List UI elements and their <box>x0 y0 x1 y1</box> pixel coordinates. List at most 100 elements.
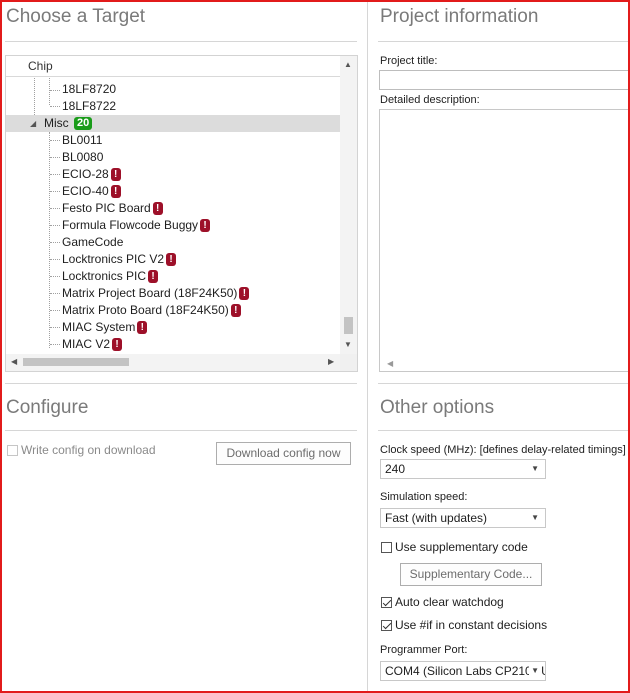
tree-item[interactable]: Locktronics PIC! <box>6 268 341 285</box>
scroll-down-icon[interactable]: ▼ <box>344 340 352 349</box>
configure-title: Configure <box>6 397 89 418</box>
scroll-thumb[interactable] <box>23 358 129 366</box>
tree-item-label: 18LF8720 <box>62 82 117 96</box>
warning-icon: ! <box>110 168 121 182</box>
tree-item[interactable]: Locktronics PIC V2! <box>6 251 341 268</box>
tree-item-label: GameCode <box>62 235 124 249</box>
tree-guide <box>50 327 60 328</box>
chevron-down-icon: ▼ <box>531 464 539 473</box>
tree-item[interactable]: 18LF8720 <box>6 81 341 98</box>
divider <box>5 41 357 42</box>
warning-icon: ! <box>148 270 159 284</box>
tree-header[interactable]: Chip <box>6 56 341 77</box>
tree-item-label: MIAC V2 <box>62 337 111 351</box>
tree-item[interactable]: 18LF8722 <box>6 98 341 115</box>
tree-item[interactable]: MIAC V2! <box>6 336 341 353</box>
write-config-checkbox[interactable] <box>7 445 18 456</box>
warning-icon: ! <box>230 304 241 318</box>
programmer-port-label: Programmer Port: <box>380 644 468 656</box>
simulation-speed-label: Simulation speed: <box>380 491 468 503</box>
tree-item-label: Formula Flowcode Buggy <box>62 218 199 232</box>
warning-icon: ! <box>200 219 211 233</box>
project-title-label: Project title: <box>380 55 438 67</box>
supplementary-checkbox[interactable] <box>381 542 392 553</box>
tree-item[interactable]: BL0080 <box>6 149 341 166</box>
warning-icon: ! <box>112 338 123 352</box>
tree-item-label: Locktronics PIC V2 <box>62 252 165 266</box>
vertical-scrollbar[interactable]: ▲ ▼ <box>340 56 357 354</box>
tree-item-label: ECIO-28 <box>62 167 109 181</box>
clock-speed-label: Clock speed (MHz): [defines delay-relate… <box>380 444 626 456</box>
tree-item-label: ECIO-40 <box>62 184 109 198</box>
choose-target-title: Choose a Target <box>6 6 146 27</box>
target-tree[interactable]: Chip 18LF8720 18LF8722 ◢ Misc 20 BL0011 B… <box>5 55 358 372</box>
clock-speed-select[interactable]: 240 ▼ <box>380 459 546 479</box>
tree-guide <box>50 293 60 294</box>
tree-item-label: MIAC System <box>62 320 136 334</box>
description-textarea[interactable]: ◀ <box>379 109 630 372</box>
use-if-checkbox[interactable] <box>381 620 392 631</box>
tree-group-misc[interactable]: ◢ Misc 20 <box>6 115 341 132</box>
tree-item-label: Matrix Project Board (18F24K50) <box>62 286 238 300</box>
tree-item-label: 18LF8722 <box>62 99 117 113</box>
tree-item[interactable]: ECIO-28! <box>6 166 341 183</box>
count-badge: 20 <box>74 117 93 131</box>
tree-item[interactable]: Festo PIC Board! <box>6 200 341 217</box>
other-options-title: Other options <box>380 397 495 418</box>
chevron-down-icon: ▼ <box>529 662 539 680</box>
tree-guide <box>50 225 60 226</box>
scroll-left-icon[interactable]: ◀ <box>11 357 17 366</box>
warning-icon: ! <box>137 321 148 335</box>
project-title-input[interactable] <box>379 70 630 90</box>
tree-guide <box>50 310 60 311</box>
tree-item[interactable]: GameCode <box>6 234 341 251</box>
tree-item[interactable]: Matrix Project Board (18F24K50)! <box>6 285 341 302</box>
warning-icon: ! <box>110 185 121 199</box>
simulation-speed-value: Fast (with updates) <box>385 511 488 525</box>
scroll-thumb[interactable] <box>344 317 353 334</box>
supplementary-label: Use supplementary code <box>395 540 528 554</box>
tree-guide <box>50 276 60 277</box>
tree-guide <box>50 242 60 243</box>
tree-guide <box>50 174 60 175</box>
divider <box>378 41 630 42</box>
description-label: Detailed description: <box>380 94 480 106</box>
horizontal-scrollbar[interactable]: ◀ ▶ <box>6 354 341 371</box>
tree-item-label: BL0080 <box>62 150 104 164</box>
auto-clear-watchdog-label: Auto clear watchdog <box>395 595 504 609</box>
scroll-left-icon[interactable]: ◀ <box>387 359 393 368</box>
tree-item-label: Matrix Proto Board (18F24K50) <box>62 303 229 317</box>
project-info-title: Project information <box>380 6 539 27</box>
scroll-up-icon[interactable]: ▲ <box>344 60 352 69</box>
tree-item-label: BL0011 <box>62 133 103 147</box>
chevron-down-icon: ▼ <box>531 513 539 522</box>
tree-item[interactable]: MIAC System! <box>6 319 341 336</box>
warning-icon: ! <box>239 287 250 301</box>
group-label: Misc <box>44 116 69 130</box>
tree-guide <box>50 157 60 158</box>
tree-item[interactable]: ECIO-40! <box>6 183 341 200</box>
scroll-right-icon[interactable]: ▶ <box>328 357 334 366</box>
auto-clear-watchdog-checkbox[interactable] <box>381 597 392 608</box>
warning-icon: ! <box>166 253 177 267</box>
tree-guide <box>50 191 60 192</box>
supplementary-code-button[interactable]: Supplementary Code... <box>400 563 542 586</box>
panel-separator <box>367 0 368 693</box>
divider <box>378 430 630 431</box>
tree-guide <box>50 259 60 260</box>
download-config-button[interactable]: Download config now <box>216 442 351 465</box>
scroll-corner <box>340 354 357 371</box>
expand-triangle-icon[interactable]: ◢ <box>30 115 36 132</box>
simulation-speed-select[interactable]: Fast (with updates) ▼ <box>380 508 546 528</box>
tree-item-label: Festo PIC Board <box>62 201 151 215</box>
tree-item[interactable]: Formula Flowcode Buggy! <box>6 217 341 234</box>
clock-speed-value: 240 <box>385 462 406 476</box>
tree-guide <box>50 140 60 141</box>
warning-icon: ! <box>152 202 163 216</box>
tree-item[interactable]: BL0011 <box>6 132 341 149</box>
divider <box>5 430 357 431</box>
programmer-port-select[interactable]: COM4 (Silicon Labs CP210x U ▼ <box>380 661 546 681</box>
tree-guide <box>50 344 60 345</box>
tree-item[interactable]: Matrix Proto Board (18F24K50)! <box>6 302 341 319</box>
tree-header-label: Chip <box>28 59 53 73</box>
